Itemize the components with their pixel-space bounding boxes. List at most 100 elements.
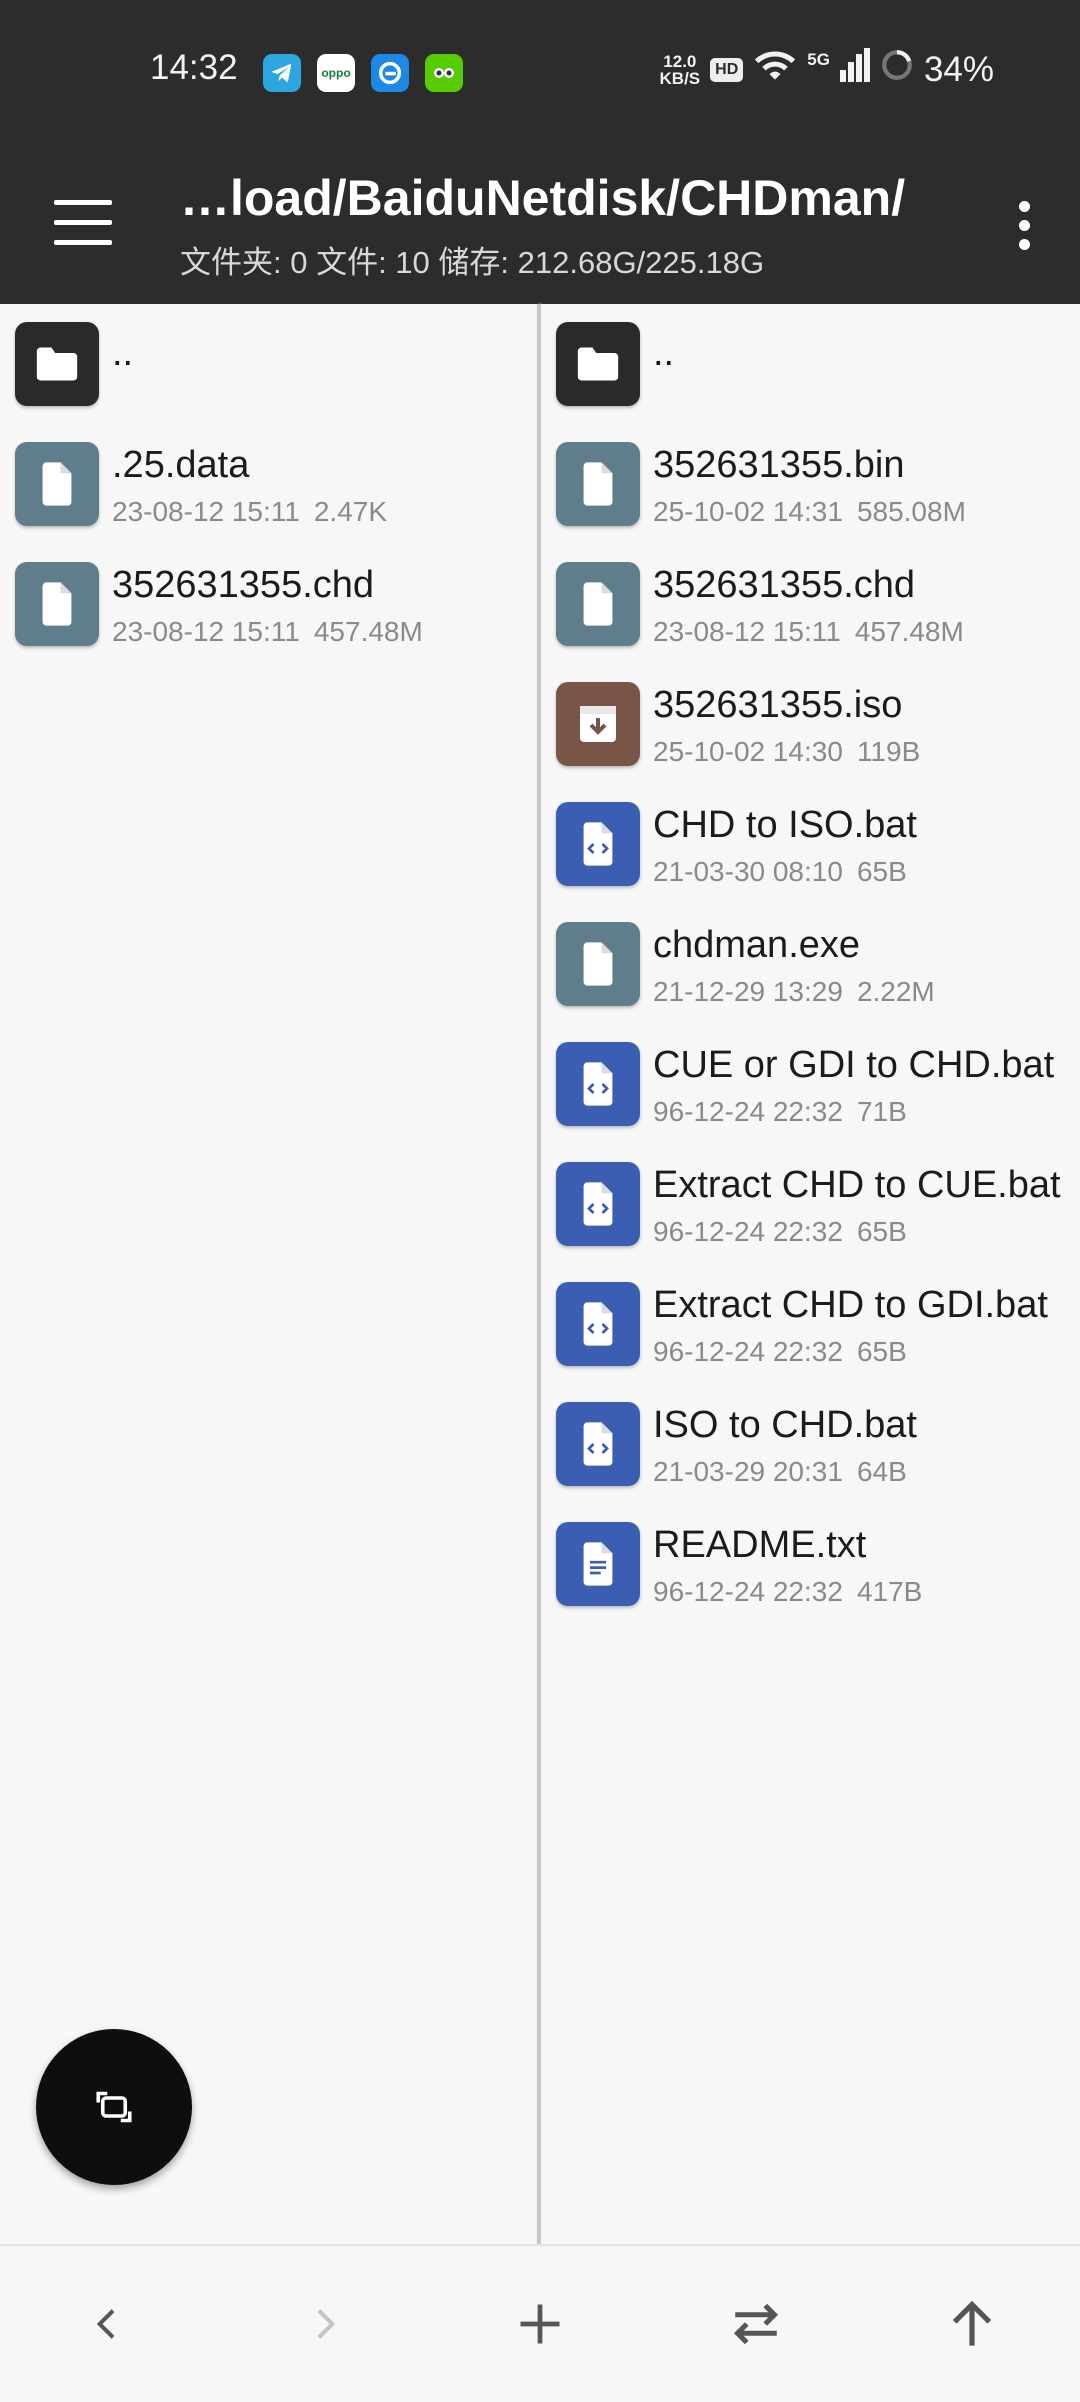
- file-date: 21-03-29 20:31: [653, 1456, 843, 1487]
- battery-icon: [880, 48, 914, 91]
- file-name: 352631355.iso: [653, 684, 903, 726]
- status-time: 14:32: [150, 48, 238, 87]
- up-icon: [952, 2300, 992, 2346]
- telegram-icon: [263, 54, 301, 92]
- code-file-icon[interactable]: [556, 1282, 640, 1366]
- file-row[interactable]: 352631355.chd 23-08-12 15:11 457.48M: [541, 544, 1080, 664]
- menu-icon[interactable]: [54, 200, 112, 246]
- bottom-toolbar: [0, 2244, 1080, 2402]
- code-file-icon[interactable]: [556, 1162, 640, 1246]
- switch-pane-icon: [96, 2091, 132, 2123]
- file-name: CHD to ISO.bat: [653, 804, 917, 846]
- current-path: …load/BaiduNetdisk/CHDman/: [180, 170, 906, 226]
- file-meta: 21-12-29 13:29 2.22M: [653, 976, 935, 1008]
- file-date: 21-03-30 08:10: [653, 856, 843, 887]
- file-meta: 23-08-12 15:11 457.48M: [653, 616, 964, 648]
- file-icon[interactable]: [15, 562, 99, 646]
- file-size: 64B: [856, 1456, 907, 1487]
- file-icon[interactable]: [556, 442, 640, 526]
- code-file-icon[interactable]: [556, 1042, 640, 1126]
- file-meta: 96-12-24 22:32 65B: [653, 1216, 907, 1248]
- file-row[interactable]: ISO to CHD.bat 21-03-29 20:31 64B: [541, 1384, 1080, 1504]
- file-name: .25.data: [112, 444, 250, 486]
- switch-pane-button[interactable]: [36, 2029, 192, 2185]
- file-size: 457.48M: [313, 616, 423, 647]
- file-row[interactable]: 352631355.bin 25-10-02 14:31 585.08M: [541, 424, 1080, 544]
- file-row[interactable]: CHD to ISO.bat 21-03-30 08:10 65B: [541, 784, 1080, 904]
- file-name: 352631355.chd: [653, 564, 916, 606]
- file-date: 21-12-29 13:29: [653, 976, 843, 1007]
- file-size: 585.08M: [856, 496, 966, 527]
- parent-dir-row[interactable]: ..: [0, 304, 537, 424]
- file-size: 65B: [856, 1336, 907, 1367]
- file-row[interactable]: Extract CHD to GDI.bat 96-12-24 22:32 65B: [541, 1264, 1080, 1384]
- notification-icons: oppo: [263, 54, 463, 92]
- file-size: 2.47K: [313, 496, 388, 527]
- back-icon: [96, 2309, 115, 2339]
- file-meta: 96-12-24 22:32 65B: [653, 1336, 907, 1368]
- file-icon[interactable]: [556, 922, 640, 1006]
- back-button[interactable]: [78, 2294, 138, 2354]
- forward-button[interactable]: [294, 2294, 354, 2354]
- file-meta: 23-08-12 15:11 457.48M: [112, 616, 423, 648]
- file-row[interactable]: CUE or GDI to CHD.bat 96-12-24 22:32 71B: [541, 1024, 1080, 1144]
- file-date: 96-12-24 22:32: [653, 1096, 843, 1127]
- forward-icon: [317, 2309, 336, 2339]
- file-date: 96-12-24 22:32: [653, 1576, 843, 1607]
- parent-dir-row[interactable]: ..: [541, 304, 1080, 424]
- app-bar: …load/BaiduNetdisk/CHDman/ 文件夹: 0 文件: 10…: [0, 145, 1080, 304]
- file-meta: 25-10-02 14:30 119B: [653, 736, 920, 768]
- file-row[interactable]: Extract CHD to CUE.bat 96-12-24 22:32 65B: [541, 1144, 1080, 1264]
- swap-icon: [733, 2303, 779, 2345]
- file-row[interactable]: README.txt 96-12-24 22:32 417B: [541, 1504, 1080, 1624]
- file-size: 65B: [856, 856, 907, 887]
- edge-icon: [371, 54, 409, 92]
- file-meta: 21-03-30 08:10 65B: [653, 856, 907, 888]
- status-indicators: 12.0 KB/S HD 5G 34%: [660, 48, 994, 91]
- oppo-icon: oppo: [317, 54, 355, 92]
- file-date: 96-12-24 22:32: [653, 1336, 843, 1367]
- file-name: ..: [653, 332, 675, 374]
- file-row[interactable]: chdman.exe 21-12-29 13:29 2.22M: [541, 904, 1080, 1024]
- file-row[interactable]: 352631355.chd 23-08-12 15:11 457.48M: [0, 544, 537, 664]
- file-name: 352631355.chd: [112, 564, 375, 606]
- file-name: Extract CHD to CUE.bat: [653, 1164, 1061, 1206]
- file-meta: 96-12-24 22:32 417B: [653, 1576, 922, 1608]
- file-icon[interactable]: [15, 442, 99, 526]
- duolingo-icon: [425, 54, 463, 92]
- file-size: 417B: [856, 1576, 923, 1607]
- network-type: 5G: [807, 50, 830, 69]
- file-size: 457.48M: [854, 616, 964, 647]
- file-date: 23-08-12 15:11: [112, 496, 300, 527]
- file-name: 352631355.bin: [653, 444, 905, 486]
- file-size: 2.22M: [856, 976, 935, 1007]
- folder-icon[interactable]: [15, 322, 99, 406]
- file-row[interactable]: .25.data 23-08-12 15:11 2.47K: [0, 424, 537, 544]
- file-size: 119B: [856, 736, 921, 767]
- right-file-pane[interactable]: .. 352631355.bin 25-10-02 14:31 585.08M 3526…: [541, 304, 1080, 2244]
- archive-icon[interactable]: [556, 682, 640, 766]
- add-button[interactable]: [510, 2294, 570, 2354]
- battery-level: 34%: [923, 49, 994, 89]
- file-row[interactable]: 352631355.iso 25-10-02 14:30 119B: [541, 664, 1080, 784]
- status-bar: 14:32 oppo 12.0 KB/S HD 5G 34%: [0, 0, 1080, 145]
- file-size: 65B: [856, 1216, 907, 1247]
- file-date: 25-10-02 14:30: [653, 736, 843, 767]
- code-file-icon[interactable]: [556, 1402, 640, 1486]
- network-speed: 12.0 KB/S: [659, 51, 701, 88]
- left-file-pane[interactable]: .. .25.data 23-08-12 15:11 2.47K 352631355.c…: [0, 304, 537, 2244]
- file-name: CUE or GDI to CHD.bat: [653, 1044, 1055, 1086]
- file-name: README.txt: [653, 1524, 867, 1566]
- file-date: 25-10-02 14:31: [653, 496, 843, 527]
- wifi-icon: [753, 48, 797, 91]
- code-file-icon[interactable]: [556, 802, 640, 886]
- file-meta: 21-03-29 20:31 64B: [653, 1456, 907, 1488]
- swap-button[interactable]: [726, 2294, 786, 2354]
- file-icon[interactable]: [556, 562, 640, 646]
- file-name: Extract CHD to GDI.bat: [653, 1284, 1048, 1326]
- add-icon: [520, 2304, 560, 2344]
- up-button[interactable]: [942, 2294, 1002, 2354]
- more-options-icon[interactable]: [1004, 195, 1044, 255]
- folder-icon[interactable]: [556, 322, 640, 406]
- text-file-icon[interactable]: [556, 1522, 640, 1606]
